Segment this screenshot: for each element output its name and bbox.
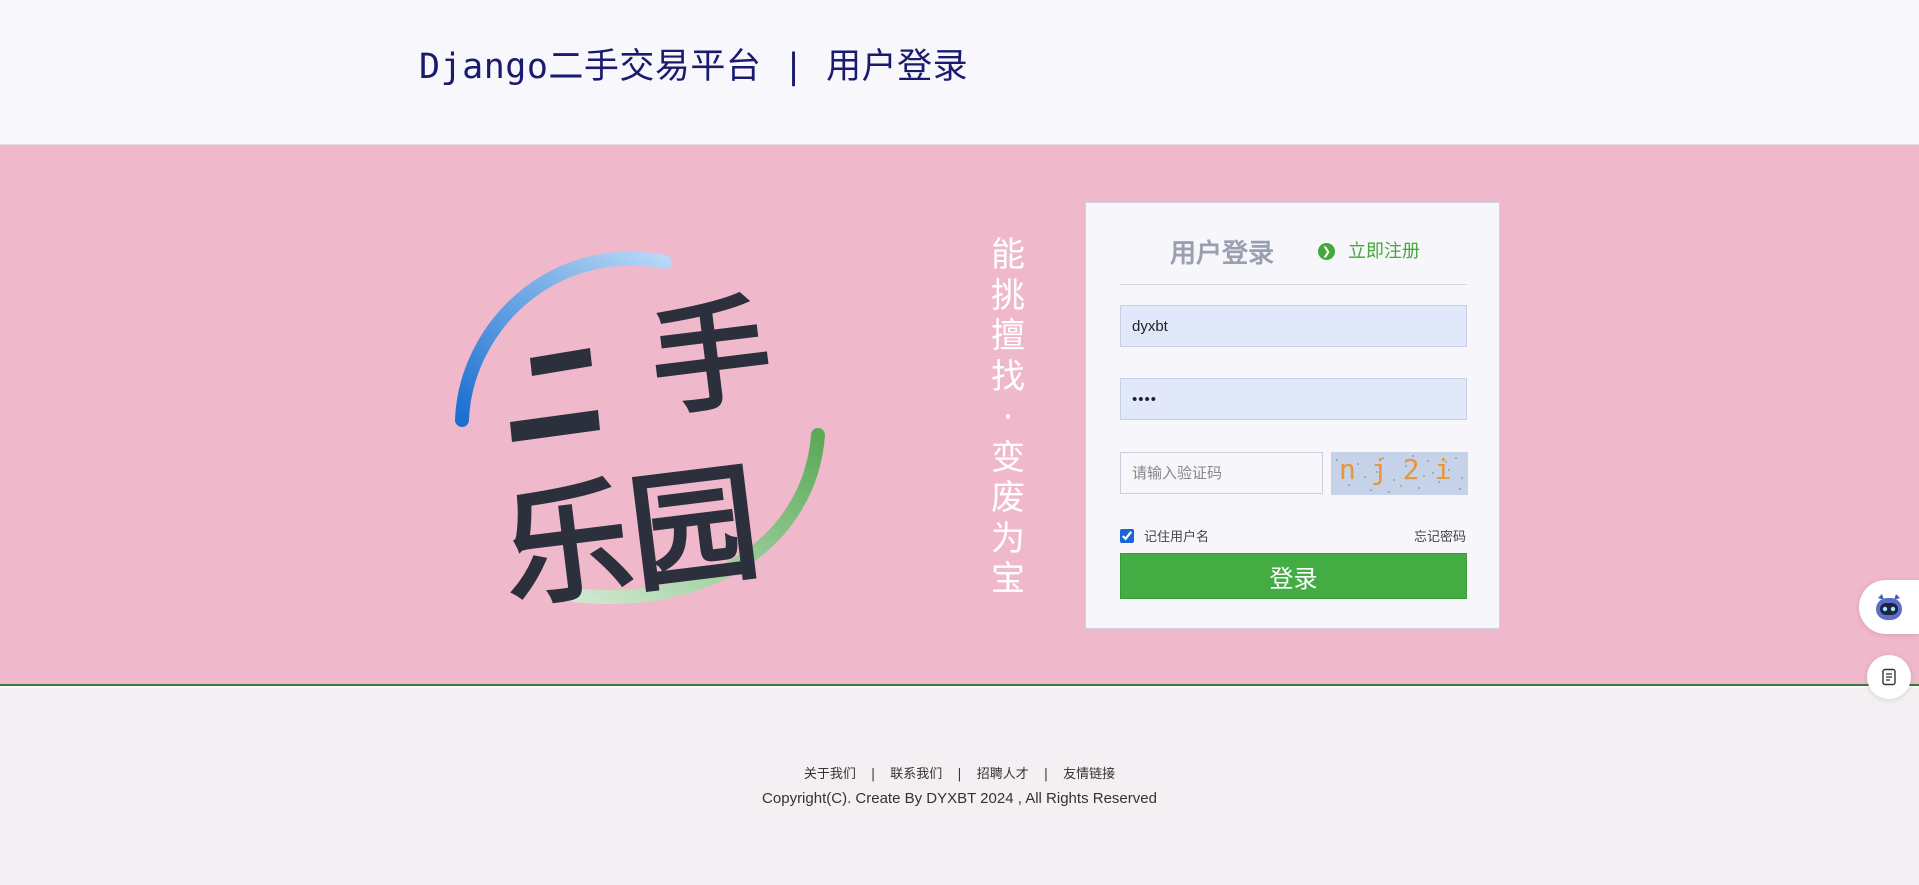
footer-separator: | [1043, 767, 1049, 782]
slogan-char: 宝 [991, 559, 1025, 599]
logo-text-shou: 手 [643, 282, 779, 435]
login-button[interactable]: 登录 [1120, 553, 1467, 599]
remember-username-label: 记住用户名 [1144, 530, 1210, 545]
footer-separator: | [957, 767, 962, 782]
notes-icon [1882, 668, 1896, 686]
login-banner [0, 145, 1919, 686]
login-form: 用户登录 ❯ 立即注册 nj2i 记住用户名 忘记密 [1085, 202, 1500, 629]
remember-username-checkbox[interactable] [1120, 528, 1134, 543]
page-footer: 关于我们 | 联系我们 | 招聘人才 | 友情链接 Copyright(C). Create… [0, 688, 1919, 885]
captcha-input[interactable] [1120, 452, 1323, 494]
footer-link-contact[interactable]: 联系我们 [890, 767, 942, 782]
slogan-char: · [1002, 397, 1014, 437]
password-input[interactable] [1120, 378, 1467, 420]
register-link-label: 立即注册 [1348, 241, 1420, 262]
site-logo: 手 乐园 [440, 240, 840, 627]
remember-username-row: 记住用户名 [1120, 526, 1209, 545]
login-title: 用户登录 [1170, 239, 1275, 269]
username-input[interactable] [1120, 305, 1467, 347]
footer-links: 关于我们 | 联系我们 | 招聘人才 | 友情链接 [0, 763, 1919, 782]
forgot-password-link[interactable]: 忘记密码 [1414, 526, 1466, 545]
logo-text-er [510, 348, 600, 442]
robot-assistant-button[interactable] [1859, 580, 1919, 634]
slogan-char: 找 [991, 356, 1025, 397]
slogan-char: 挑 [991, 275, 1025, 316]
notes-button[interactable] [1867, 655, 1911, 699]
logo-text-yue-yuan: 乐园 [495, 448, 767, 620]
logo-emblem-icon: 手 乐园 [455, 251, 825, 627]
footer-link-friends[interactable]: 友情链接 [1063, 767, 1115, 782]
robot-assistant-icon [1876, 594, 1902, 620]
footer-link-careers[interactable]: 招聘人才 [977, 767, 1029, 782]
footer-separator: | [870, 767, 876, 782]
slogan-char: 能 [991, 235, 1025, 275]
banner-slogan: 能 挑 擅 找 · 变 废 为 宝 [983, 235, 1033, 600]
slogan-char: 擅 [991, 316, 1025, 356]
slogan-char: 变 [991, 437, 1025, 478]
footer-link-about[interactable]: 关于我们 [804, 767, 856, 782]
arrow-right-circle-icon: ❯ [1318, 242, 1335, 260]
login-form-header: 用户登录 ❯ 立即注册 [1120, 227, 1467, 285]
page-title: Django二手交易平台 | 用户登录 [419, 47, 969, 87]
slogan-char: 废 [991, 478, 1025, 518]
captcha-image[interactable]: nj2i [1331, 452, 1468, 495]
copyright-text: Copyright(C). Create By DYXBT 2024 , All… [762, 790, 1157, 807]
captcha-text: nj2i [1339, 453, 1467, 486]
page-header: Django二手交易平台 | 用户登录 [0, 0, 1919, 145]
slogan-char: 为 [991, 518, 1025, 559]
register-link[interactable]: ❯ 立即注册 [1318, 237, 1420, 263]
